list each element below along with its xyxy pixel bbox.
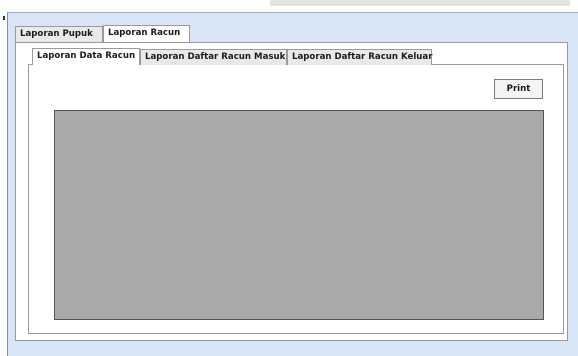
tab-laporan-daftar-racun-keluar[interactable]: Laporan Daftar Racun Keluar <box>287 49 432 65</box>
tab-laporan-pupuk-label: Laporan Pupuk <box>20 29 93 39</box>
tab-laporan-daftar-racun-masuk-label: Laporan Daftar Racun Masuk <box>145 52 286 62</box>
top-strip-faint <box>270 0 570 6</box>
print-button[interactable]: Print <box>494 79 543 99</box>
tab-laporan-pupuk[interactable]: Laporan Pupuk <box>15 26 103 42</box>
tab-laporan-daftar-racun-keluar-label: Laporan Daftar Racun Keluar <box>292 52 433 62</box>
top-strip <box>0 0 578 12</box>
tab-laporan-data-racun[interactable]: Laporan Data Racun <box>32 48 140 65</box>
tab-laporan-daftar-racun-masuk[interactable]: Laporan Daftar Racun Masuk <box>140 49 287 65</box>
tab-laporan-racun[interactable]: Laporan Racun <box>103 25 190 42</box>
tab-laporan-data-racun-label: Laporan Data Racun <box>37 51 136 61</box>
window-edge-mark <box>3 16 5 20</box>
report-viewer[interactable] <box>54 110 544 320</box>
tab-laporan-racun-label: Laporan Racun <box>108 28 181 38</box>
